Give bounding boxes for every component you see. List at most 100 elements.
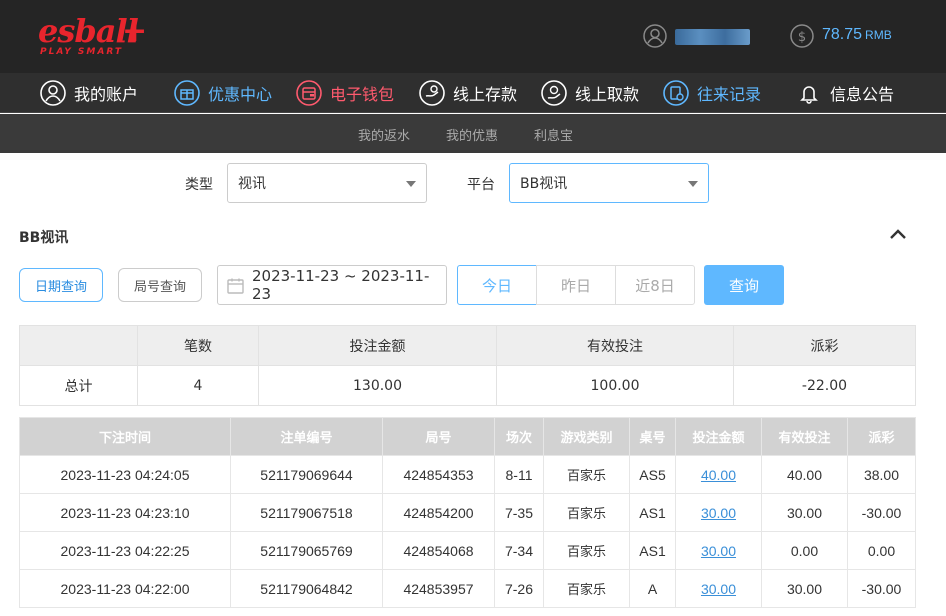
balance-display: 78.75 RMB — [822, 26, 892, 44]
section-title: BB视讯 — [19, 230, 69, 246]
nav-label: 往来记录 — [697, 85, 762, 104]
bet-time: 2023-11-23 04:22:25 — [19, 531, 231, 570]
nav-announcements[interactable]: 信息公告 — [796, 79, 894, 107]
summary-header — [19, 325, 138, 366]
platform-select[interactable]: BB视讯 — [509, 163, 709, 203]
session: 7-26 — [494, 569, 544, 608]
bet-amount-link[interactable]: 30.00 — [675, 531, 762, 570]
nav-promotions[interactable]: 优惠中心 — [174, 79, 272, 107]
date-range-value: 2023-11-23 ~ 2023-11-23 — [252, 267, 430, 303]
column-header: 注单编号 — [230, 417, 383, 456]
nav-wallet[interactable]: 电子钱包 — [296, 79, 394, 107]
logo-plus: + — [122, 14, 148, 49]
nav-label: 我的账户 — [74, 85, 139, 104]
balance-amount: 78.75 — [822, 26, 863, 43]
search-button[interactable]: 查询 — [704, 265, 784, 305]
bet-id: 521179067518 — [230, 493, 383, 532]
chevron-down-icon — [406, 181, 416, 187]
bet-time: 2023-11-23 04:22:00 — [19, 569, 231, 608]
round-id: 424854200 — [382, 493, 495, 532]
type-select[interactable]: 视讯 — [227, 163, 427, 203]
game-type: 百家乐 — [543, 493, 630, 532]
bet-amount-link[interactable]: 30.00 — [675, 569, 762, 608]
user-avatar-icon[interactable] — [643, 24, 667, 48]
bet-id: 521179065769 — [230, 531, 383, 570]
game-type: 百家乐 — [543, 455, 630, 494]
sub-nav: 我的返水 我的优惠 利息宝 — [0, 114, 946, 153]
session: 8-11 — [494, 455, 544, 494]
nav-deposit[interactable]: 线上存款 — [419, 79, 517, 107]
round-id: 424854353 — [382, 455, 495, 494]
bell-icon — [800, 86, 818, 104]
svg-text:$: $ — [798, 30, 806, 45]
nav-label: 电子钱包 — [330, 85, 395, 104]
valid-bet: 30.00 — [761, 569, 848, 608]
subnav-rebate[interactable]: 我的返水 — [358, 125, 410, 144]
session: 7-35 — [494, 493, 544, 532]
bet-details-table: 下注时间 注单编号 局号 场次 游戏类别 桌号 投注金额 有效投注 派彩 202… — [19, 417, 916, 608]
bet-time: 2023-11-23 04:23:10 — [19, 493, 231, 532]
summary-header-row: 笔数 投注金额 有效投注 派彩 — [19, 325, 916, 366]
summary-cell: -22.00 — [733, 365, 916, 406]
subnav-interest[interactable]: 利息宝 — [534, 125, 573, 144]
calendar-icon — [227, 278, 244, 294]
nav-label: 线上取款 — [575, 85, 640, 104]
summary-header: 派彩 — [733, 325, 916, 366]
bet-time: 2023-11-23 04:24:05 — [19, 455, 231, 494]
platform-select-value: BB视讯 — [520, 176, 568, 192]
payout: -30.00 — [847, 493, 916, 532]
payout: 0.00 — [847, 531, 916, 570]
column-header: 派彩 — [847, 417, 916, 456]
chevron-down-icon — [688, 181, 698, 187]
column-header: 局号 — [382, 417, 495, 456]
table-number: A — [629, 569, 676, 608]
column-header: 投注金额 — [675, 417, 762, 456]
valid-bet: 0.00 — [761, 531, 848, 570]
type-select-value: 视讯 — [238, 176, 266, 192]
subnav-my-promotions[interactable]: 我的优惠 — [446, 125, 498, 144]
username-masked — [675, 29, 750, 45]
table-number: AS5 — [629, 455, 676, 494]
user-circle-icon — [40, 80, 66, 106]
date-query-button[interactable]: 日期查询 — [19, 268, 103, 302]
table-row: 2023-11-23 04:23:10 521179067518 4248542… — [19, 493, 916, 532]
table-header-row: 下注时间 注单编号 局号 场次 游戏类别 桌号 投注金额 有效投注 派彩 — [19, 417, 916, 456]
chevron-up-icon[interactable] — [888, 226, 908, 242]
column-header: 桌号 — [629, 417, 676, 456]
round-id: 424854068 — [382, 531, 495, 570]
withdraw-icon — [541, 80, 567, 106]
summary-header: 笔数 — [137, 325, 259, 366]
nav-my-account[interactable]: 我的账户 — [40, 79, 138, 107]
nav-label: 线上存款 — [453, 85, 518, 104]
top-bar: esball + PLAY SMART $ 78.75 RMB — [0, 0, 946, 73]
payout: 38.00 — [847, 455, 916, 494]
esball-logo[interactable]: esball + PLAY SMART — [38, 12, 148, 62]
range-last-8-days[interactable]: 近8日 — [615, 265, 695, 305]
round-id: 424853957 — [382, 569, 495, 608]
round-query-button[interactable]: 局号查询 — [118, 268, 202, 302]
nav-label: 优惠中心 — [208, 85, 273, 104]
bet-amount-link[interactable]: 40.00 — [675, 455, 762, 494]
nav-withdraw[interactable]: 线上取款 — [541, 79, 639, 107]
deposit-icon — [419, 80, 445, 106]
logo-tagline: PLAY SMART — [40, 47, 123, 57]
nav-records[interactable]: 往来记录 — [663, 79, 761, 107]
platform-label: 平台 — [467, 177, 495, 193]
column-header: 场次 — [494, 417, 544, 456]
balance-currency: RMB — [865, 28, 892, 42]
summary-total-row: 总计 4 130.00 100.00 -22.00 — [19, 365, 916, 406]
range-today[interactable]: 今日 — [457, 265, 537, 305]
bet-amount-link[interactable]: 30.00 — [675, 493, 762, 532]
range-yesterday[interactable]: 昨日 — [536, 265, 616, 305]
payout: -30.00 — [847, 569, 916, 608]
column-header: 有效投注 — [761, 417, 848, 456]
records-icon — [663, 80, 689, 106]
nav-label: 信息公告 — [830, 85, 895, 104]
date-range-input[interactable]: 2023-11-23 ~ 2023-11-23 — [217, 265, 447, 305]
wallet-icon — [296, 80, 322, 106]
table-number: AS1 — [629, 531, 676, 570]
summary-cell: 总计 — [19, 365, 138, 406]
bet-id: 521179069644 — [230, 455, 383, 494]
summary-header: 有效投注 — [496, 325, 734, 366]
game-type: 百家乐 — [543, 569, 630, 608]
